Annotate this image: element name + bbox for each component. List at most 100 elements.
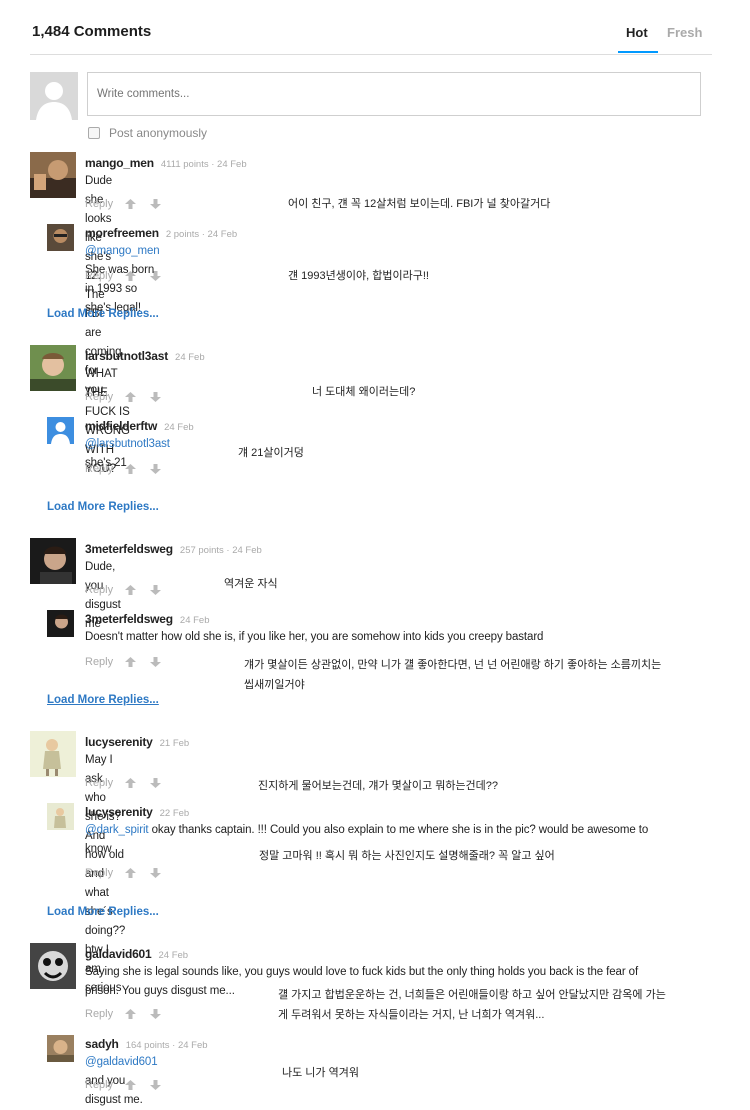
upvote-icon[interactable]	[125, 1080, 137, 1090]
avatar[interactable]	[47, 610, 74, 637]
mention-link[interactable]: @larsbutnotl3ast	[85, 438, 170, 450]
downvote-icon[interactable]	[150, 1080, 162, 1090]
default-user-icon	[47, 417, 74, 444]
comment-meta: 24 Feb	[175, 352, 205, 363]
comment-meta: 257 points · 24 Feb	[179, 545, 262, 556]
avatar[interactable]	[30, 345, 76, 391]
avatar[interactable]	[30, 152, 76, 198]
upvote-icon[interactable]	[125, 657, 137, 667]
user-photo-icon	[30, 538, 76, 584]
avatar[interactable]	[30, 538, 76, 584]
translation-note: 어이 친구, 걘 꼭 12살처럼 보이는데. FBI가 널 찾아갈거다	[288, 198, 551, 210]
downvote-icon[interactable]	[150, 778, 162, 788]
reply-button[interactable]: Reply	[85, 656, 113, 668]
load-more-replies-link[interactable]: Load More Replies...	[47, 308, 159, 320]
upvote-icon[interactable]	[125, 778, 137, 788]
upvote-icon[interactable]	[125, 868, 137, 878]
downvote-icon[interactable]	[150, 657, 162, 667]
comment-actions: Reply	[85, 867, 175, 879]
comment-meta: 164 points · 24 Feb	[125, 1040, 208, 1051]
mention-link[interactable]: @dark_spirit	[85, 824, 149, 836]
username[interactable]: sadyh 164 points · 24 Feb	[85, 1037, 208, 1051]
upvote-icon[interactable]	[125, 1009, 137, 1019]
anonymous-label: Post anonymously	[109, 126, 208, 140]
upvote-icon[interactable]	[125, 392, 137, 402]
username[interactable]: 3meterfeldsweg 257 points · 24 Feb	[85, 542, 262, 556]
comment-count-title: 1,484 Comments	[32, 23, 152, 40]
comment-meta: 22 Feb	[159, 808, 190, 819]
user-photo-icon	[30, 152, 76, 198]
avatar[interactable]	[47, 417, 74, 444]
translation-note: 걔 21살이거덩	[238, 447, 304, 459]
comments-header: 1,484 Comments Hot Fresh	[30, 0, 712, 55]
downvote-icon[interactable]	[150, 392, 162, 402]
comment-meta: 24 Feb	[179, 615, 210, 626]
downvote-icon[interactable]	[150, 464, 162, 474]
anonymous-checkbox[interactable]	[88, 127, 100, 139]
username[interactable]: mango_men 4111 points · 24 Feb	[85, 156, 247, 170]
upvote-icon[interactable]	[125, 464, 137, 474]
upvote-icon[interactable]	[125, 199, 137, 209]
translation-note: 진지하게 물어보는건데, 걔가 몇살이고 뭐하는건데??	[258, 780, 499, 792]
username[interactable]: midfielderftw 24 Feb	[85, 419, 194, 433]
username[interactable]: 3meterfeldsweg 24 Feb	[85, 612, 209, 626]
upvote-icon[interactable]	[125, 271, 137, 281]
translation-note: 역겨운 자식	[224, 578, 278, 590]
avatar[interactable]	[30, 943, 76, 989]
avatar[interactable]	[47, 1035, 74, 1062]
comment-actions: Reply	[85, 391, 175, 403]
tab-fresh[interactable]: Fresh	[667, 25, 702, 40]
reply-button[interactable]: Reply	[85, 198, 113, 210]
comment-actions: Reply	[85, 777, 175, 789]
translation-note: 걔가 몇살이든 상관없이, 만약 니가 걜 좋아한다면, 넌 넌 어린애랑 하기…	[244, 659, 662, 691]
user-photo-icon	[30, 731, 76, 777]
reply-button[interactable]: Reply	[85, 584, 113, 596]
reply-button[interactable]: Reply	[85, 270, 113, 282]
downvote-icon[interactable]	[150, 199, 162, 209]
reply-button[interactable]: Reply	[85, 1008, 113, 1020]
comment-actions: Reply	[85, 584, 175, 596]
user-photo-icon	[30, 345, 76, 391]
downvote-icon[interactable]	[150, 585, 162, 595]
load-more-replies-link[interactable]: Load More Replies...	[47, 501, 159, 513]
user-photo-icon	[47, 803, 74, 830]
load-more-replies-link[interactable]: Load More Replies...	[47, 906, 159, 918]
comment-actions: Reply	[85, 1008, 175, 1020]
reply-button[interactable]: Reply	[85, 867, 113, 879]
avatar[interactable]	[30, 731, 76, 777]
comment-meta: 21 Feb	[159, 738, 190, 749]
user-photo-icon	[47, 1035, 74, 1062]
reply-button[interactable]: Reply	[85, 463, 113, 475]
username[interactable]: larsbutnotl3ast 24 Feb	[85, 349, 205, 363]
username[interactable]: galdavid601 24 Feb	[85, 947, 188, 961]
downvote-icon[interactable]	[150, 1009, 162, 1019]
avatar[interactable]	[47, 803, 74, 830]
username[interactable]: morefreemen 2 points · 24 Feb	[85, 226, 237, 240]
translation-note: 걜 가지고 합법운운하는 건, 너희들은 어린애들이랑 하고 싶어 안달났지만 …	[278, 989, 666, 1021]
upvote-icon[interactable]	[125, 585, 137, 595]
username[interactable]: lucyserenity 21 Feb	[85, 735, 189, 749]
downvote-icon[interactable]	[150, 868, 162, 878]
comment-actions: Reply	[85, 198, 175, 210]
comment-actions: Reply	[85, 270, 175, 282]
comment-text: Doesn't matter how old she is, if you li…	[85, 631, 544, 643]
mention-link[interactable]: @mango_men	[85, 245, 160, 257]
translation-note: 정말 고마워 !! 혹시 뭐 하는 사진인지도 설명해줄래? 꼭 알고 싶어	[259, 850, 555, 862]
comment-input[interactable]	[87, 72, 701, 116]
anonymous-option[interactable]: Post anonymously	[88, 126, 207, 140]
mention-link[interactable]: @galdavid601	[85, 1056, 158, 1068]
user-photo-icon	[47, 610, 74, 637]
reply-button[interactable]: Reply	[85, 391, 113, 403]
comment-actions: Reply	[85, 656, 175, 668]
load-more-replies-link[interactable]: Load More Replies...	[47, 694, 159, 706]
username[interactable]: lucyserenity 22 Feb	[85, 805, 189, 819]
downvote-icon[interactable]	[150, 271, 162, 281]
tab-hot[interactable]: Hot	[626, 25, 648, 40]
translation-note: 걘 1993년생이야, 합법이라구!!	[288, 270, 429, 282]
comment-meta: 24 Feb	[158, 950, 189, 961]
reply-button[interactable]: Reply	[85, 1079, 113, 1091]
translation-note: 너 도대체 왜이러는데?	[312, 386, 416, 398]
avatar[interactable]	[47, 224, 74, 251]
reply-button[interactable]: Reply	[85, 777, 113, 789]
comment-meta: 2 points · 24 Feb	[165, 229, 238, 240]
